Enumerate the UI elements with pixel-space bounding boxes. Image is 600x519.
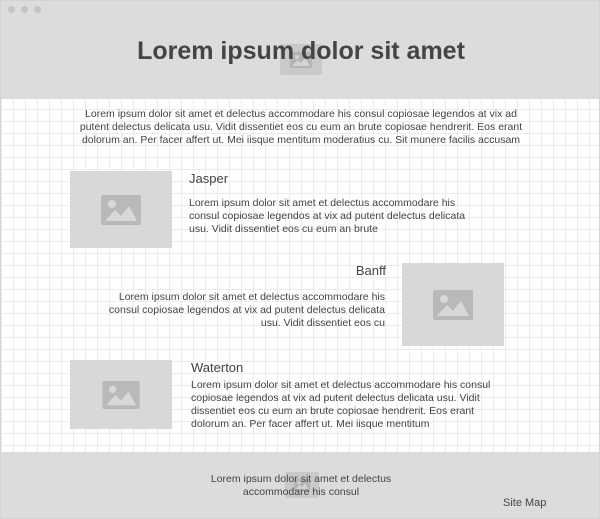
waterton-image-placeholder — [70, 360, 172, 429]
card-text-jasper: Lorem ipsum dolor sit amet et delectus a… — [189, 197, 466, 235]
card-text-banff: Lorem ipsum dolor sit amet et delectus a… — [108, 291, 385, 329]
image-placeholder-icon — [101, 194, 141, 225]
page-title: Lorem ipsum dolor sit amet — [137, 37, 465, 65]
card-title-waterton: Waterton — [191, 360, 244, 375]
card-title-jasper: Jasper — [189, 171, 229, 186]
jasper-image-placeholder — [70, 171, 172, 248]
footer-text: Lorem ipsum dolor sit amet et delectus a… — [210, 473, 392, 498]
window-minimize-dot[interactable] — [21, 6, 28, 13]
banff-image-placeholder — [402, 263, 504, 346]
window-close-dot[interactable] — [8, 6, 15, 13]
card-text-waterton: Lorem ipsum dolor sit amet et delectus a… — [191, 379, 491, 430]
image-placeholder-icon — [433, 289, 473, 320]
image-placeholder-icon — [102, 380, 140, 409]
page-footer: Lorem ipsum dolor sit amet et delectus a… — [1, 452, 599, 518]
window-maximize-dot[interactable] — [34, 6, 41, 13]
site-map-link[interactable]: Site Map — [503, 497, 546, 509]
card-title-banff: Banff — [355, 263, 386, 278]
intro-paragraph: Lorem ipsum dolor sit amet et delectus a… — [79, 108, 523, 146]
window-controls — [8, 6, 41, 13]
page-header: Lorem ipsum dolor sit amet — [1, 1, 599, 99]
browser-window: Lorem ipsum dolor sit amet Lorem ipsum d… — [0, 0, 600, 519]
